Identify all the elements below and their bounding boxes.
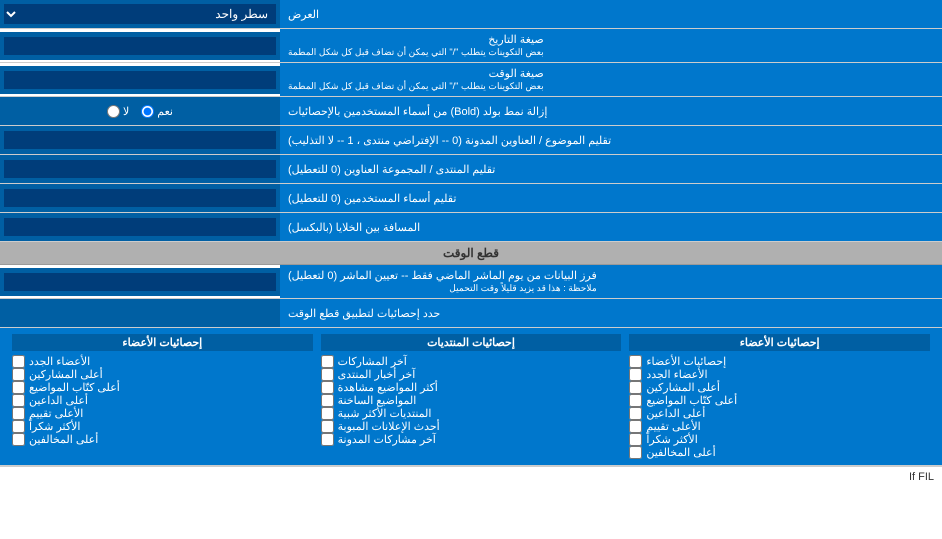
col1-check-2[interactable] [12, 381, 25, 394]
col3-check-0[interactable] [629, 355, 642, 368]
col3-item-top-authors: أعلى كتّاب المواضيع [629, 394, 930, 407]
col3-check-top-raters[interactable] [629, 420, 642, 433]
time-cut-input-wrap: 0 [0, 268, 280, 296]
col1-check-4[interactable] [12, 407, 25, 420]
date-format-label: صيغة التاريخبعض التكوينات يتطلب "/" التي… [280, 29, 942, 62]
col2-check-last-topics[interactable] [321, 394, 334, 407]
col3-item-top-raters: الأعلى تقييم [629, 420, 930, 433]
col1-item-2: أعلى كتّاب المواضيع [12, 381, 313, 394]
display-select[interactable]: سطر واحد سطرين ثلاثة أسطر [4, 4, 276, 24]
time-format-input-wrap: H:i [0, 66, 280, 94]
display-label: العرض [280, 0, 942, 28]
col2-item-most-viewed: أكثر المواضيع مشاهدة [321, 381, 622, 394]
date-format-input-wrap: d-m [0, 32, 280, 60]
col2-check-last-posts[interactable] [321, 355, 334, 368]
cell-space-row: المسافة بين الخلايا (بالبكسل) 2 [0, 213, 942, 242]
topics-order-input[interactable]: 33 [4, 131, 276, 149]
col2-item-last-news: آخر أخبار المنتدى [321, 368, 622, 381]
bold-remove-label: إزالة نمط بولد (Bold) من أسماء المستخدمي… [280, 97, 942, 125]
users-trim-row: تقليم أسماء المستخدمين (0 للتعطيل) 0 [0, 184, 942, 213]
display-select-wrap: سطر واحد سطرين ثلاثة أسطر [0, 0, 280, 28]
col2-check-last-news[interactable] [321, 368, 334, 381]
time-format-row: صيغة الوقتبعض التكوينات يتطلب "/" التي ي… [0, 63, 942, 97]
topics-order-input-wrap: 33 [0, 126, 280, 154]
bold-yes-label[interactable]: نعم [141, 105, 173, 118]
col3-check-top-callers[interactable] [629, 407, 642, 420]
cell-space-input-wrap: 2 [0, 213, 280, 241]
col3-check-most-thanked[interactable] [629, 433, 642, 446]
col3-check-new-members[interactable] [629, 368, 642, 381]
col3-item-new-members: الأعضاء الجدد [629, 368, 930, 381]
col1-item-4: الأعلى تقييم [12, 407, 313, 420]
time-cut-input[interactable]: 0 [4, 273, 276, 291]
col2: إحصائيات المنتديات آخر المشاركات آخر أخب… [317, 334, 626, 459]
users-trim-input-wrap: 0 [0, 184, 280, 212]
topics-order-row: تقليم الموضوع / العناوين المدونة (0 -- ا… [0, 126, 942, 155]
col1-item-6: أعلى المخالفين [12, 433, 313, 446]
col2-check-last-ads[interactable] [321, 420, 334, 433]
time-section-header: قطع الوقت [0, 242, 942, 265]
cell-space-input[interactable]: 2 [4, 218, 276, 236]
main-container: العرض سطر واحد سطرين ثلاثة أسطر صيغة الت… [0, 0, 942, 487]
col3-item-0: إحصائيات الأعضاء [629, 355, 930, 368]
col2-check-most-viewed[interactable] [321, 381, 334, 394]
col2-item-last-topics: المواضيع الساخنة [321, 394, 622, 407]
col1-check-3[interactable] [12, 394, 25, 407]
users-trim-label: تقليم أسماء المستخدمين (0 للتعطيل) [280, 184, 942, 212]
col2-check-most-similar[interactable] [321, 407, 334, 420]
col3-item-top-callers: أعلى الداعين [629, 407, 930, 420]
col1-item-5: الأكثر شكراً [12, 420, 313, 433]
bold-remove-row: إزالة نمط بولد (Bold) من أسماء المستخدمي… [0, 97, 942, 126]
col1: إحصائيات الأعضاء الأعضاء الجدد أعلى المش… [8, 334, 317, 459]
date-format-input[interactable]: d-m [4, 37, 276, 55]
time-format-input[interactable]: H:i [4, 71, 276, 89]
col3-item-top-posters: أعلى المشاركين [629, 381, 930, 394]
col3-check-top-authors[interactable] [629, 394, 642, 407]
time-cut-row: فرز البيانات من يوم الماشر الماضي فقط --… [0, 265, 942, 299]
col1-check-0[interactable] [12, 355, 25, 368]
display-row: العرض سطر واحد سطرين ثلاثة أسطر [0, 0, 942, 29]
col1-check-6[interactable] [12, 433, 25, 446]
col1-header: إحصائيات الأعضاء [12, 334, 313, 351]
forum-trim-input-wrap: 33 [0, 155, 280, 183]
forum-trim-input[interactable]: 33 [4, 160, 276, 178]
col3-check-top-ignored[interactable] [629, 446, 642, 459]
col1-check-1[interactable] [12, 368, 25, 381]
date-format-row: صيغة التاريخبعض التكوينات يتطلب "/" التي… [0, 29, 942, 63]
bold-yes-radio[interactable] [141, 105, 154, 118]
col1-item-0: الأعضاء الجدد [12, 355, 313, 368]
time-format-label: صيغة الوقتبعض التكوينات يتطلب "/" التي ي… [280, 63, 942, 96]
users-trim-input[interactable]: 0 [4, 189, 276, 207]
col3-check-top-posters[interactable] [629, 381, 642, 394]
topics-order-label: تقليم الموضوع / العناوين المدونة (0 -- ا… [280, 126, 942, 154]
col1-item-3: أعلى الداعين [12, 394, 313, 407]
col3-header: إحصائيات الأعضاء [629, 334, 930, 351]
bold-remove-options: نعم لا [0, 97, 280, 125]
col2-item-last-ads: أحدث الإعلانات المبوبة [321, 420, 622, 433]
limit-row: حدد إحصائيات لتطبيق قطع الوقت [0, 299, 942, 328]
col3-item-most-thanked: الأكثر شكراً [629, 433, 930, 446]
col3-item-top-ignored: أعلى المخالفين [629, 446, 930, 459]
limit-label: حدد إحصائيات لتطبيق قطع الوقت [280, 299, 942, 327]
col1-item-1: أعلى المشاركين [12, 368, 313, 381]
col2-header: إحصائيات المنتديات [321, 334, 622, 351]
col2-item-last-posts: آخر المشاركات [321, 355, 622, 368]
forum-trim-label: تقليم المنتدى / المجموعة العناوين (0 للت… [280, 155, 942, 183]
col1-check-5[interactable] [12, 420, 25, 433]
col2-item-last-contrib: آخر مشاركات المدونة [321, 433, 622, 446]
checkboxes-section: إحصائيات الأعضاء إحصائيات الأعضاء الأعضا… [0, 328, 942, 466]
bold-no-label[interactable]: لا [107, 105, 129, 118]
checkboxes-columns: إحصائيات الأعضاء إحصائيات الأعضاء الأعضا… [8, 334, 934, 459]
footer: If FIL [0, 466, 942, 487]
bold-no-radio[interactable] [107, 105, 120, 118]
forum-trim-row: تقليم المنتدى / المجموعة العناوين (0 للت… [0, 155, 942, 184]
col3: إحصائيات الأعضاء إحصائيات الأعضاء الأعضا… [625, 334, 934, 459]
time-cut-label: فرز البيانات من يوم الماشر الماضي فقط --… [280, 265, 942, 298]
col2-check-last-contrib[interactable] [321, 433, 334, 446]
cell-space-label: المسافة بين الخلايا (بالبكسل) [280, 213, 942, 241]
col2-item-most-similar: المنتديات الأكثر شبية [321, 407, 622, 420]
